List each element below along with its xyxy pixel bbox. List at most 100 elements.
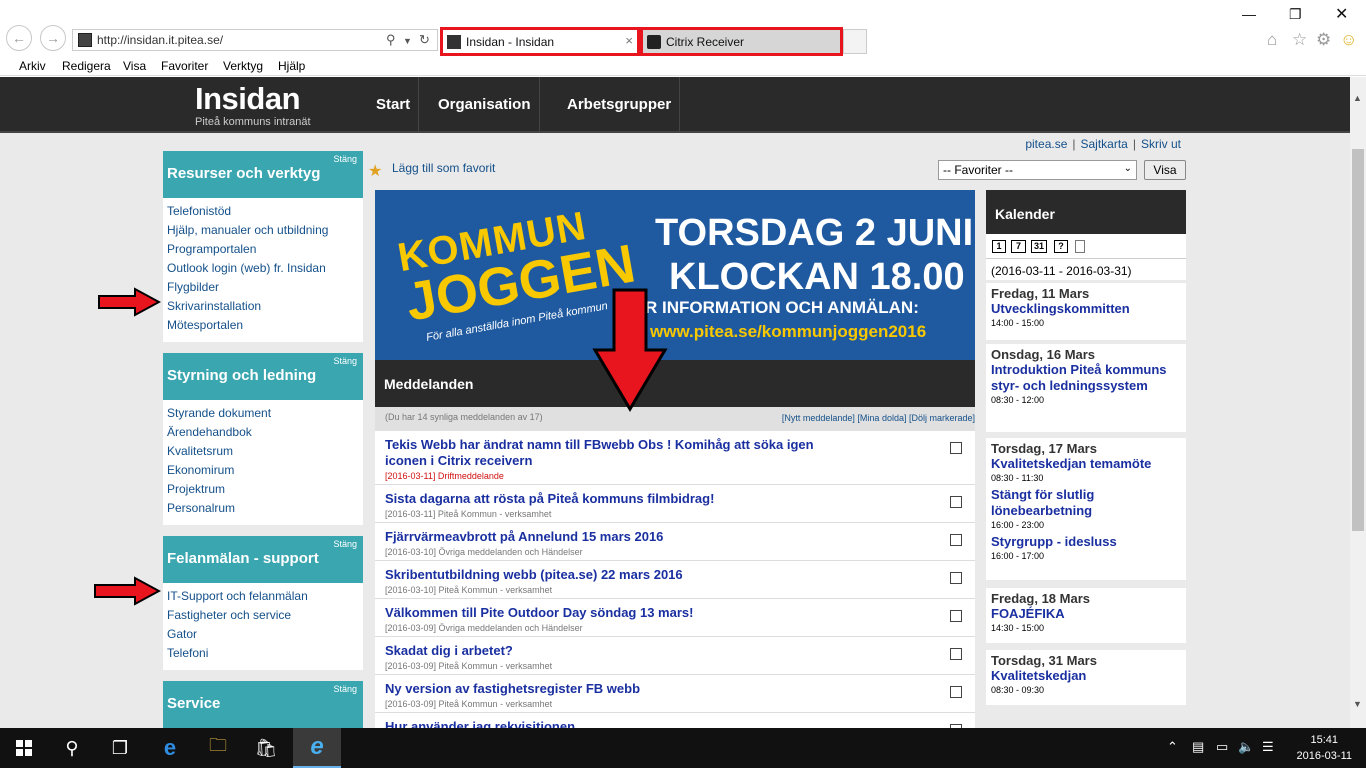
sidebar-item-skrivarinstallation[interactable]: Skrivarinstallation: [167, 299, 359, 318]
minimize-icon[interactable]: —: [1242, 6, 1256, 22]
calendar-event[interactable]: Styrgrupp - idesluss: [991, 534, 1181, 550]
message-title[interactable]: Fjärrvärmeavbrott på Annelund 15 mars 20…: [385, 529, 855, 545]
refresh-icon[interactable]: ↻: [419, 32, 430, 48]
sidebar-item-ekonomirum[interactable]: Ekonomirum: [167, 463, 359, 482]
internet-explorer-button[interactable]: e: [293, 728, 341, 768]
message-checkbox[interactable]: [950, 686, 962, 698]
favorites-select[interactable]: -- Favoriter -- ⌄: [938, 160, 1137, 180]
close-box-link[interactable]: Stäng: [333, 356, 357, 366]
calendar-view-week[interactable]: 7: [1011, 240, 1026, 253]
site-logo[interactable]: Insidan: [195, 81, 301, 117]
link-pitea[interactable]: pitea.se: [1020, 137, 1072, 151]
address-bar[interactable]: http://insidan.it.pitea.se/ ⚲ ▼ ↻: [72, 29, 438, 51]
sidebar-item-programportalen[interactable]: Programportalen: [167, 242, 359, 261]
message-checkbox[interactable]: [950, 610, 962, 622]
message-title[interactable]: Välkommen till Pite Outdoor Day söndag 1…: [385, 605, 855, 621]
file-explorer-button[interactable]: 🗀: [194, 728, 242, 768]
favorites-star-icon[interactable]: ☆: [1292, 30, 1307, 50]
menu-verktyg[interactable]: Verktyg: [223, 59, 263, 73]
sidebar-item-outlook[interactable]: Outlook login (web) fr. Insidan: [167, 261, 359, 280]
store-button[interactable]: 🛍: [242, 728, 290, 768]
add-favorite-link[interactable]: Lägg till som favorit: [392, 161, 495, 175]
calendar-help[interactable]: ?: [1054, 240, 1068, 253]
forward-button[interactable]: →: [40, 25, 66, 51]
close-tab-icon[interactable]: ×: [625, 33, 633, 48]
message-title[interactable]: Skadat dig i arbetet?: [385, 643, 855, 659]
edge-button[interactable]: e: [146, 728, 194, 768]
menu-favoriter[interactable]: Favoriter: [161, 59, 208, 73]
nav-arbetsgrupper[interactable]: Arbetsgrupper: [559, 77, 681, 131]
calendar-event[interactable]: FOAJÉFIKA: [991, 606, 1181, 622]
sidebar-item-projektrum[interactable]: Projektrum: [167, 482, 359, 501]
messages-actions[interactable]: [Nytt meddelande] [Mina dolda] [Dölj mar…: [782, 413, 975, 423]
display-icon[interactable]: ▭: [1216, 739, 1228, 755]
message-checkbox[interactable]: [950, 534, 962, 546]
address-url[interactable]: http://insidan.it.pitea.se/: [97, 33, 223, 47]
new-tab-button[interactable]: [843, 29, 867, 54]
close-box-link[interactable]: Stäng: [333, 684, 357, 694]
tab-citrix[interactable]: Citrix Receiver: [640, 27, 843, 56]
gear-icon[interactable]: ⚙: [1316, 30, 1331, 50]
message-title[interactable]: Hur använder jag rekvisitionen: [385, 719, 855, 728]
menu-hjalp[interactable]: Hjälp: [278, 59, 305, 73]
close-window-icon[interactable]: ✕: [1335, 4, 1348, 24]
nav-start[interactable]: Start: [368, 77, 420, 131]
home-icon[interactable]: ⌂: [1267, 30, 1277, 50]
sidebar-item-personalrum[interactable]: Personalrum: [167, 501, 359, 520]
system-clock[interactable]: 15:41 2016-03-11: [1297, 732, 1352, 764]
scroll-down-icon[interactable]: ▼: [1353, 699, 1362, 709]
start-button[interactable]: [0, 728, 48, 768]
menu-redigera[interactable]: Redigera: [62, 59, 111, 73]
message-checkbox[interactable]: [950, 442, 962, 454]
sidebar-item-fastigheter[interactable]: Fastigheter och service: [167, 608, 359, 627]
visa-button[interactable]: Visa: [1144, 160, 1186, 180]
close-box-link[interactable]: Stäng: [333, 539, 357, 549]
message-title[interactable]: Tekis Webb har ändrat namn till FBwebb O…: [385, 437, 855, 469]
close-box-link[interactable]: Stäng: [333, 154, 357, 164]
vertical-scrollbar[interactable]: ▲ ▼: [1350, 77, 1366, 728]
message-title[interactable]: Skribentutbildning webb (pitea.se) 22 ma…: [385, 567, 855, 583]
chevron-up-icon[interactable]: ⌃: [1167, 739, 1178, 755]
sidebar-item-telefoniststod[interactable]: Telefonistöd: [167, 204, 359, 223]
sidebar-item-arendehandbok[interactable]: Ärendehandbok: [167, 425, 359, 444]
dropdown-icon[interactable]: ▼: [403, 36, 412, 46]
volume-icon[interactable]: 🔈: [1238, 739, 1254, 755]
message-checkbox[interactable]: [950, 648, 962, 660]
link-skriv-ut[interactable]: Skriv ut: [1136, 137, 1186, 151]
search-icon[interactable]: ⚲: [386, 32, 396, 48]
notifications-icon[interactable]: ☰: [1262, 739, 1274, 755]
sidebar-item-gator[interactable]: Gator: [167, 627, 359, 646]
kommunjoggen-banner[interactable]: KOMMUN JOGGEN För alla anställda inom Pi…: [375, 190, 975, 360]
scroll-up-icon[interactable]: ▲: [1353, 93, 1362, 103]
network-icon[interactable]: ▤: [1192, 739, 1204, 755]
calendar-view-month[interactable]: 31: [1031, 240, 1047, 253]
document-icon[interactable]: [1075, 240, 1085, 253]
scrollbar-thumb[interactable]: [1352, 149, 1364, 531]
link-sajtkarta[interactable]: Sajtkarta: [1076, 137, 1133, 151]
sidebar-item-kvalitetsrum[interactable]: Kvalitetsrum: [167, 444, 359, 463]
sidebar-item-styrande[interactable]: Styrande dokument: [167, 406, 359, 425]
message-title[interactable]: Ny version av fastighetsregister FB webb: [385, 681, 855, 697]
search-button[interactable]: ⚲: [48, 728, 96, 768]
message-checkbox[interactable]: [950, 572, 962, 584]
message-title[interactable]: Sista dagarna att rösta på Piteå kommuns…: [385, 491, 855, 507]
menu-visa[interactable]: Visa: [123, 59, 146, 73]
sidebar-item-flygbilder[interactable]: Flygbilder: [167, 280, 359, 299]
calendar-view-day[interactable]: 1: [992, 240, 1006, 253]
sidebar-item-telefoni[interactable]: Telefoni: [167, 646, 359, 665]
sidebar-item-hjalp[interactable]: Hjälp, manualer och utbildning: [167, 223, 359, 242]
tab-insidan[interactable]: Insidan - Insidan ×: [440, 27, 640, 56]
back-button[interactable]: ←: [6, 25, 32, 51]
calendar-event[interactable]: Stängt för slutlig lönebearbetning: [991, 487, 1181, 519]
sidebar-item-it-support[interactable]: IT-Support och felanmälan: [167, 589, 359, 608]
restore-icon[interactable]: ❐: [1289, 6, 1302, 23]
menu-arkiv[interactable]: Arkiv: [19, 59, 46, 73]
calendar-event[interactable]: Introduktion Piteå kommuns styr- och led…: [991, 362, 1181, 394]
calendar-event[interactable]: Kvalitetskedjan: [991, 668, 1181, 684]
calendar-event[interactable]: Utvecklingskommitten: [991, 301, 1181, 317]
favorite-star-icon[interactable]: ★: [368, 161, 382, 181]
nav-organisation[interactable]: Organisation: [430, 77, 540, 131]
message-checkbox[interactable]: [950, 496, 962, 508]
smiley-icon[interactable]: ☺: [1340, 30, 1357, 50]
sidebar-item-motesportalen[interactable]: Mötesportalen: [167, 318, 359, 337]
